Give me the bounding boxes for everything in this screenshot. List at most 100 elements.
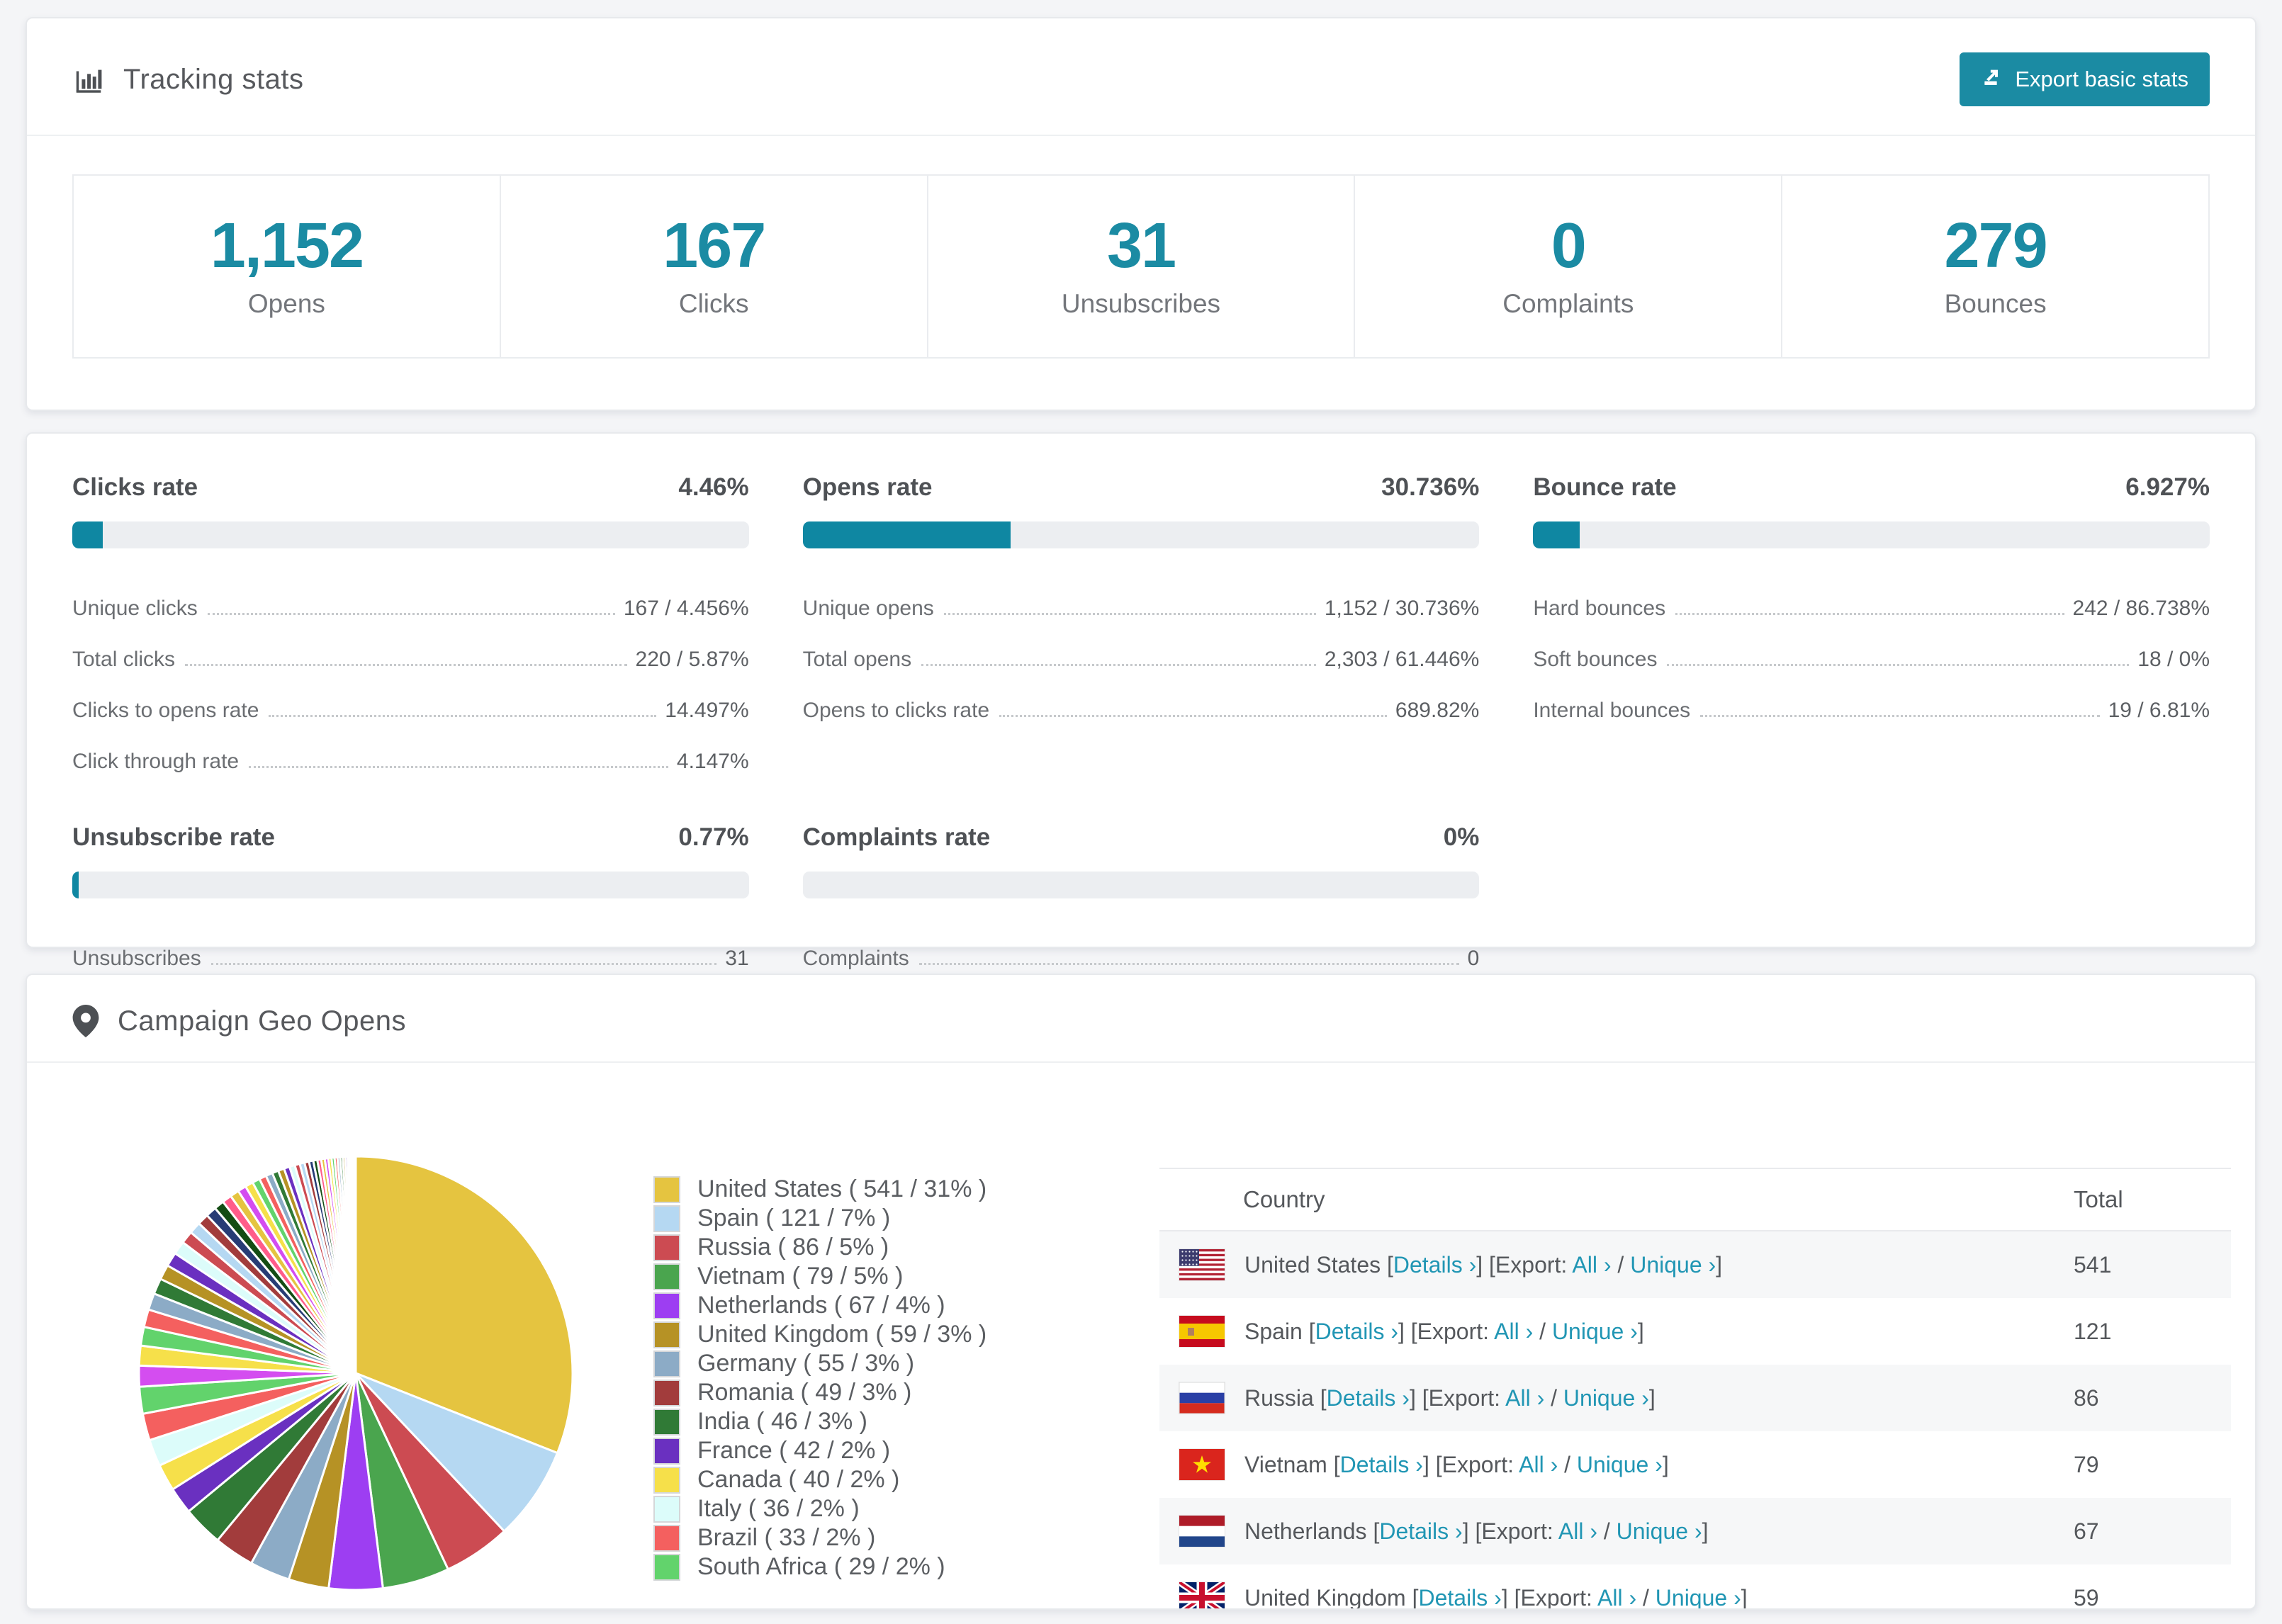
legend-swatch — [653, 1524, 680, 1552]
rate-detail-value: 1,152 / 30.736% — [1324, 597, 1480, 620]
rate-progress-fill — [72, 521, 103, 548]
legend-item-romania[interactable]: Romania ( 49 / 3% ) — [653, 1378, 987, 1407]
rate-value: 0.77% — [678, 823, 749, 851]
statbox-opens: 1,152 Opens — [72, 174, 501, 359]
flag-icon-vn — [1179, 1449, 1225, 1480]
legend-item-germany[interactable]: Germany ( 55 / 3% ) — [653, 1349, 987, 1378]
geo-table-row-es: Spain [Details ›] [Export: All › / Uniqu… — [1159, 1298, 2231, 1365]
legend-item-united-states[interactable]: United States ( 541 / 31% ) — [653, 1175, 987, 1204]
legend-swatch — [653, 1466, 680, 1494]
export-basic-stats-button[interactable]: Export basic stats — [1960, 52, 2210, 106]
legend-swatch — [653, 1263, 680, 1290]
export-all-link[interactable]: All › — [1494, 1319, 1533, 1344]
dotted-leader — [269, 715, 657, 717]
legend-label: Italy ( 36 / 2% ) — [697, 1495, 860, 1522]
export-all-link[interactable]: All › — [1505, 1385, 1544, 1411]
export-unique-link[interactable]: Unique › — [1577, 1452, 1663, 1477]
geo-table-row-gb: United Kingdom [Details ›] [Export: All … — [1159, 1564, 2231, 1610]
export-all-link[interactable]: All › — [1597, 1585, 1636, 1609]
rate-title: Bounce rate — [1533, 473, 1677, 501]
rate-detail-value: 19 / 6.81% — [2108, 699, 2210, 722]
rate-detail-row: Total clicks 220 / 5.87% — [72, 621, 749, 672]
export-unique-link[interactable]: Unique › — [1630, 1252, 1716, 1278]
geo-table-row-us: United States [Details ›] [Export: All ›… — [1159, 1231, 2231, 1298]
legend-item-italy[interactable]: Italy ( 36 / 2% ) — [653, 1494, 987, 1523]
legend-item-france[interactable]: France ( 42 / 2% ) — [653, 1436, 987, 1465]
rate-progress-bar — [802, 521, 1480, 548]
export-unique-link[interactable]: Unique › — [1563, 1385, 1649, 1411]
total-cell: 121 — [2074, 1318, 2112, 1344]
legend-item-brazil[interactable]: Brazil ( 33 / 2% ) — [653, 1523, 987, 1552]
legend-label: Brazil ( 33 / 2% ) — [697, 1524, 876, 1551]
legend-item-canada[interactable]: Canada ( 40 / 2% ) — [653, 1465, 987, 1494]
rate-detail-label: Total opens — [802, 648, 912, 671]
flag-icon-nl — [1179, 1516, 1225, 1547]
rate-progress-fill — [802, 521, 1011, 548]
geo-title: Campaign Geo Opens — [72, 1005, 406, 1037]
details-link[interactable]: Details › — [1418, 1585, 1501, 1609]
legend-item-vietnam[interactable]: Vietnam ( 79 / 5% ) — [653, 1262, 987, 1291]
legend-swatch — [653, 1350, 680, 1377]
export-icon — [1981, 65, 2003, 94]
details-link[interactable]: Details › — [1327, 1385, 1410, 1411]
geo-opens-table: Country Total United States [Details ›] … — [1159, 1168, 2231, 1610]
legend-swatch — [653, 1175, 680, 1203]
geo-title-text: Campaign Geo Opens — [118, 1005, 407, 1037]
tracking-stats-title-text: Tracking stats — [123, 63, 304, 95]
export-all-link[interactable]: All › — [1572, 1252, 1611, 1278]
rate-detail-value: 4.147% — [676, 750, 749, 773]
stat-value: 167 — [663, 210, 766, 281]
export-unique-link[interactable]: Unique › — [1552, 1319, 1638, 1344]
details-link[interactable]: Details › — [1315, 1319, 1398, 1344]
rate-detail-label: Click through rate — [72, 750, 240, 773]
geo-table-row-nl: Netherlands [Details ›] [Export: All › /… — [1159, 1498, 2231, 1564]
legend-label: France ( 42 / 2% ) — [697, 1437, 891, 1464]
dotted-leader — [207, 613, 615, 615]
tracking-stats-panel: Tracking stats Export basic stats 1,152 O… — [26, 17, 2256, 411]
details-link[interactable]: Details › — [1393, 1252, 1476, 1278]
rate-detail-row: Click through rate 4.147% — [72, 723, 749, 774]
rate-section-complaints-rate: Complaints rate 0% Complaints 0 — [802, 823, 1480, 971]
legend-label: Germany ( 55 / 3% ) — [697, 1350, 915, 1377]
rate-detail-label: Soft bounces — [1533, 648, 1658, 671]
export-all-link[interactable]: All › — [1558, 1518, 1597, 1544]
rate-detail-row: Complaints 0 — [803, 920, 1480, 971]
legend-swatch — [653, 1205, 680, 1232]
rate-detail-value: 220 / 5.87% — [635, 648, 749, 671]
legend-item-russia[interactable]: Russia ( 86 / 5% ) — [653, 1233, 987, 1262]
country-cell: Spain [Details ›] [Export: All › / Uniqu… — [1244, 1318, 1644, 1344]
legend-item-united-kingdom[interactable]: United Kingdom ( 59 / 3% ) — [653, 1320, 987, 1349]
total-cell: 59 — [2074, 1584, 2099, 1610]
rate-progress-fill — [1533, 521, 1580, 548]
rate-title: Clicks rate — [72, 473, 198, 501]
export-unique-link[interactable]: Unique › — [1656, 1585, 1741, 1609]
total-cell: 67 — [2074, 1518, 2099, 1544]
geo-content: United States ( 541 / 31% ) Spain ( 121 /… — [27, 1063, 2255, 1608]
export-unique-link[interactable]: Unique › — [1617, 1518, 1702, 1544]
legend-label: United Kingdom ( 59 / 3% ) — [697, 1321, 987, 1348]
rate-detail-label: Total clicks — [72, 648, 176, 671]
rate-detail-row: Unsubscribes 31 — [72, 920, 749, 971]
details-link[interactable]: Details › — [1379, 1518, 1462, 1544]
legend-label: Russia ( 86 / 5% ) — [697, 1234, 889, 1261]
rate-detail-row: Total opens 2,303 / 61.446% — [803, 621, 1480, 672]
rate-detail-value: 689.82% — [1395, 699, 1480, 722]
legend-item-india[interactable]: India ( 46 / 3% ) — [653, 1407, 987, 1436]
legend-item-south-africa[interactable]: South Africa ( 29 / 2% ) — [653, 1552, 987, 1581]
divider — [27, 135, 2255, 136]
legend-swatch — [653, 1553, 680, 1581]
details-link[interactable]: Details › — [1340, 1452, 1423, 1477]
rate-value: 6.927% — [2125, 473, 2210, 501]
export-all-link[interactable]: All › — [1519, 1452, 1558, 1477]
country-name: Vietnam — [1244, 1451, 1327, 1477]
country-name: Spain — [1244, 1318, 1303, 1344]
flag-icon-us — [1179, 1249, 1225, 1280]
total-column-header: Total — [2074, 1186, 2123, 1212]
statbox-complaints: 0 Complaints — [1354, 174, 1783, 359]
legend-item-netherlands[interactable]: Netherlands ( 67 / 4% ) — [653, 1291, 987, 1320]
legend-swatch — [653, 1379, 680, 1406]
rate-section-unsubscribe-rate: Unsubscribe rate 0.77% Unsubscribes 31 — [72, 823, 749, 971]
stat-label: Bounces — [1944, 289, 2047, 318]
rate-section-bounce-rate: Bounce rate 6.927% Hard bounces 242 / 86.73… — [1533, 473, 2210, 774]
legend-item-spain[interactable]: Spain ( 121 / 7% ) — [653, 1204, 987, 1233]
